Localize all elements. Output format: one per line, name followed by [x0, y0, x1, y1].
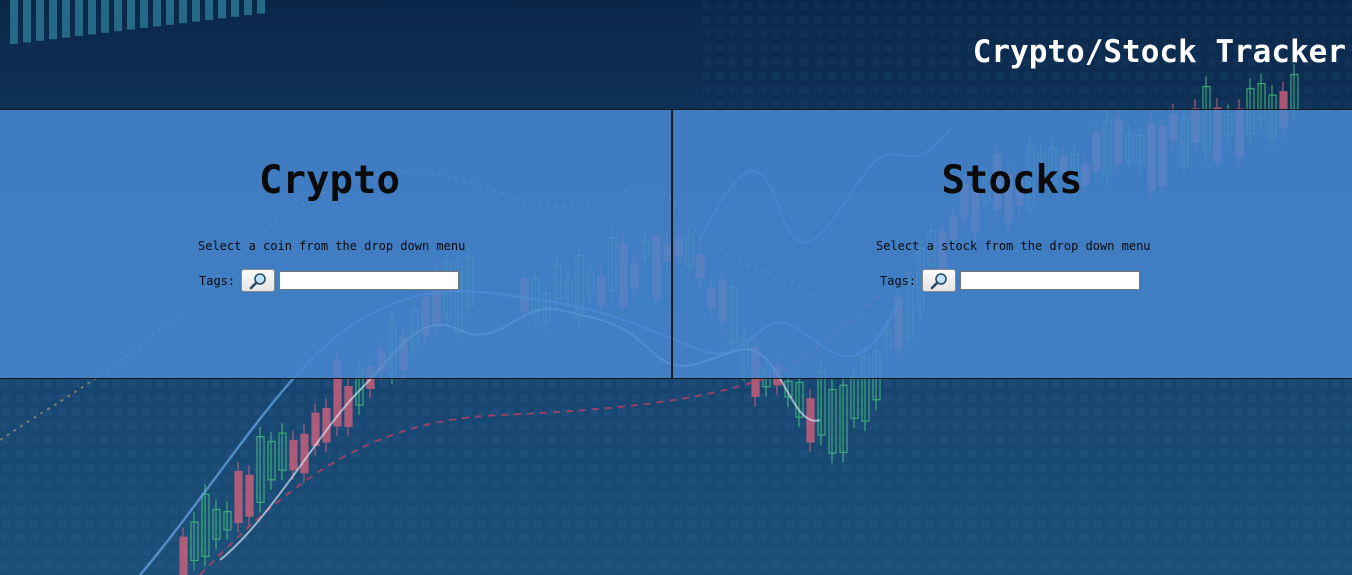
- crypto-tags-label: Tags:: [199, 273, 236, 288]
- crypto-search-button[interactable]: [241, 269, 276, 292]
- magnifier-icon: [930, 272, 947, 289]
- stocks-tag-row: Tags:: [880, 269, 1141, 292]
- crypto-tag-row: Tags:: [199, 269, 460, 292]
- stocks-panel: Stocks Select a stock from the drop down…: [673, 110, 1352, 378]
- crypto-panel: Crypto Select a coin from the drop down …: [0, 110, 673, 378]
- stocks-tags-label: Tags:: [880, 273, 917, 288]
- stocks-instruction: Select a stock from the drop down menu: [876, 239, 1151, 253]
- tracker-panels: Crypto Select a coin from the drop down …: [0, 109, 1352, 379]
- crypto-instruction: Select a coin from the drop down menu: [198, 239, 466, 253]
- crypto-title: Crypto: [259, 158, 400, 203]
- crypto-tags-input[interactable]: [279, 271, 460, 290]
- background-candle: [234, 461, 243, 533]
- stocks-search-button[interactable]: [922, 269, 957, 292]
- stocks-tags-input[interactable]: [960, 271, 1141, 290]
- magnifier-icon: [249, 272, 266, 289]
- stocks-title: Stocks: [941, 158, 1083, 203]
- page-header: Crypto/Stock Tracker: [0, 0, 1352, 109]
- site-title: Crypto/Stock Tracker: [972, 34, 1346, 70]
